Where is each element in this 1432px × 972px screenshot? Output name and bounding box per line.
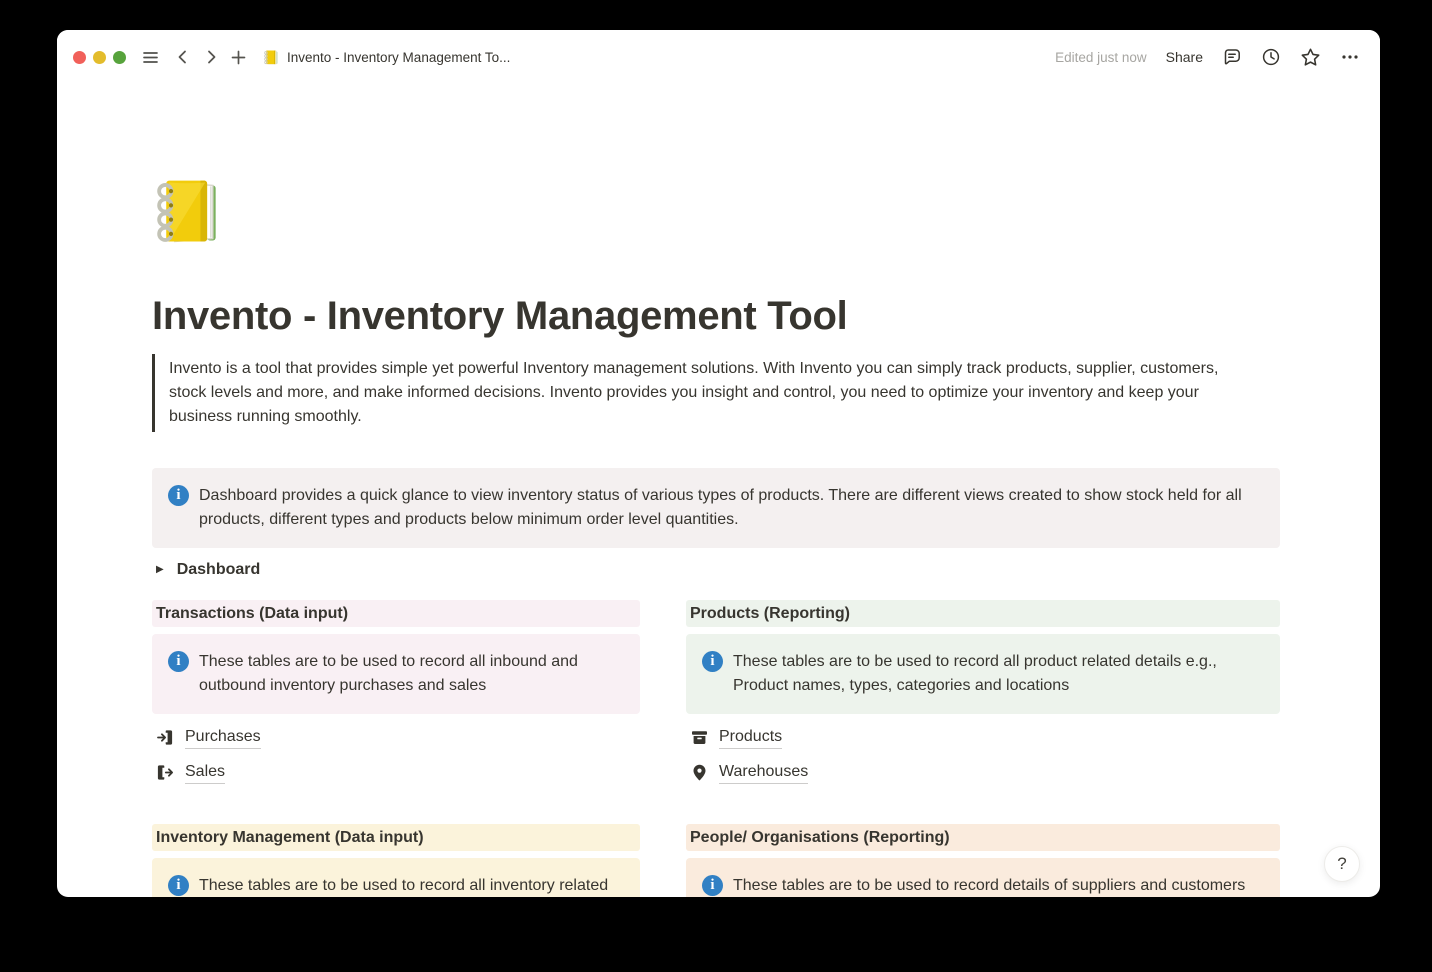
right-column: Products (Reporting) i These tables are …: [686, 600, 1280, 897]
comments-icon[interactable]: [1222, 47, 1242, 67]
section-callout-text: These tables are to be used to record al…: [199, 650, 624, 698]
page-title: Invento - Inventory Management Tool: [152, 290, 1280, 342]
door-enter-icon: [156, 728, 175, 747]
info-icon: i: [702, 651, 723, 672]
two-column-layout: Transactions (Data input) i These tables…: [152, 600, 1280, 897]
info-icon: i: [702, 875, 723, 896]
section-callout-text: These tables are to be used to record al…: [733, 650, 1264, 698]
traffic-lights: [73, 51, 126, 64]
page-emoji-icon: [263, 49, 280, 66]
titlebar: Invento - Inventory Management To... Edi…: [57, 30, 1380, 84]
updates-clock-icon[interactable]: [1261, 47, 1281, 67]
page-icon-ledger-emoji[interactable]: [152, 174, 228, 250]
share-button[interactable]: Share: [1166, 49, 1203, 65]
notion-window: Invento - Inventory Management To... Edi…: [57, 30, 1380, 897]
forward-icon[interactable]: [202, 48, 220, 66]
page-link-products[interactable]: Products: [690, 724, 782, 751]
dashboard-toggle[interactable]: ▶ Dashboard: [152, 558, 264, 582]
section-inventory-management: Inventory Management (Data input) i Thes…: [152, 824, 640, 897]
section-heading: Transactions (Data input): [152, 600, 640, 627]
page-link-label: Purchases: [185, 726, 261, 749]
page-link-sales[interactable]: Sales: [156, 759, 225, 786]
info-icon: i: [168, 485, 189, 506]
section-callout: i These tables are to be used to record …: [686, 634, 1280, 714]
back-icon[interactable]: [174, 48, 192, 66]
toggle-collapsed-triangle-icon[interactable]: ▶: [156, 564, 164, 575]
breadcrumb[interactable]: Invento - Inventory Management To...: [263, 49, 510, 66]
dashboard-info-text: Dashboard provides a quick glance to vie…: [199, 484, 1264, 532]
page-link-warehouses[interactable]: Warehouses: [690, 759, 808, 786]
section-callout: i These tables are to be used to record …: [152, 858, 640, 897]
section-products: Products (Reporting) i These tables are …: [686, 600, 1280, 786]
door-exit-icon: [156, 763, 175, 782]
page-link-purchases[interactable]: Purchases: [156, 724, 261, 751]
section-heading: Products (Reporting): [686, 600, 1280, 627]
dashboard-info-callout: i Dashboard provides a quick glance to v…: [152, 468, 1280, 548]
zoom-window-button[interactable]: [113, 51, 126, 64]
page-content: Invento - Inventory Management Tool Inve…: [57, 174, 1380, 897]
archive-box-icon: [690, 728, 709, 747]
page-link-label: Warehouses: [719, 761, 808, 784]
section-transactions: Transactions (Data input) i These tables…: [152, 600, 640, 786]
window-page-title: Invento - Inventory Management To...: [287, 50, 510, 65]
titlebar-actions: Edited just now Share: [1055, 47, 1360, 68]
info-icon: i: [168, 875, 189, 896]
section-callout: i These tables are to be used to record …: [152, 634, 640, 714]
more-options-icon[interactable]: [1340, 47, 1360, 67]
section-heading: People/ Organisations (Reporting): [686, 824, 1280, 851]
left-column: Transactions (Data input) i These tables…: [152, 600, 640, 897]
dashboard-toggle-label: Dashboard: [177, 561, 261, 579]
page-link-label: Sales: [185, 761, 225, 784]
edited-status: Edited just now: [1055, 50, 1147, 65]
intro-quote-block: Invento is a tool that provides simple y…: [152, 354, 1252, 432]
close-window-button[interactable]: [73, 51, 86, 64]
location-pin-icon: [690, 763, 709, 782]
section-people-organisations: People/ Organisations (Reporting) i Thes…: [686, 824, 1280, 897]
page-link-label: Products: [719, 726, 782, 749]
minimize-window-button[interactable]: [93, 51, 106, 64]
section-callout-text: These tables are to be used to record de…: [733, 874, 1245, 897]
section-callout-text: These tables are to be used to record al…: [199, 874, 624, 897]
help-button[interactable]: ?: [1324, 846, 1360, 882]
section-heading: Inventory Management (Data input): [152, 824, 640, 851]
new-page-icon[interactable]: [230, 49, 247, 66]
sidebar-menu-icon[interactable]: [141, 48, 160, 67]
section-callout: i These tables are to be used to record …: [686, 858, 1280, 897]
info-icon: i: [168, 651, 189, 672]
favorite-star-icon[interactable]: [1300, 47, 1321, 68]
